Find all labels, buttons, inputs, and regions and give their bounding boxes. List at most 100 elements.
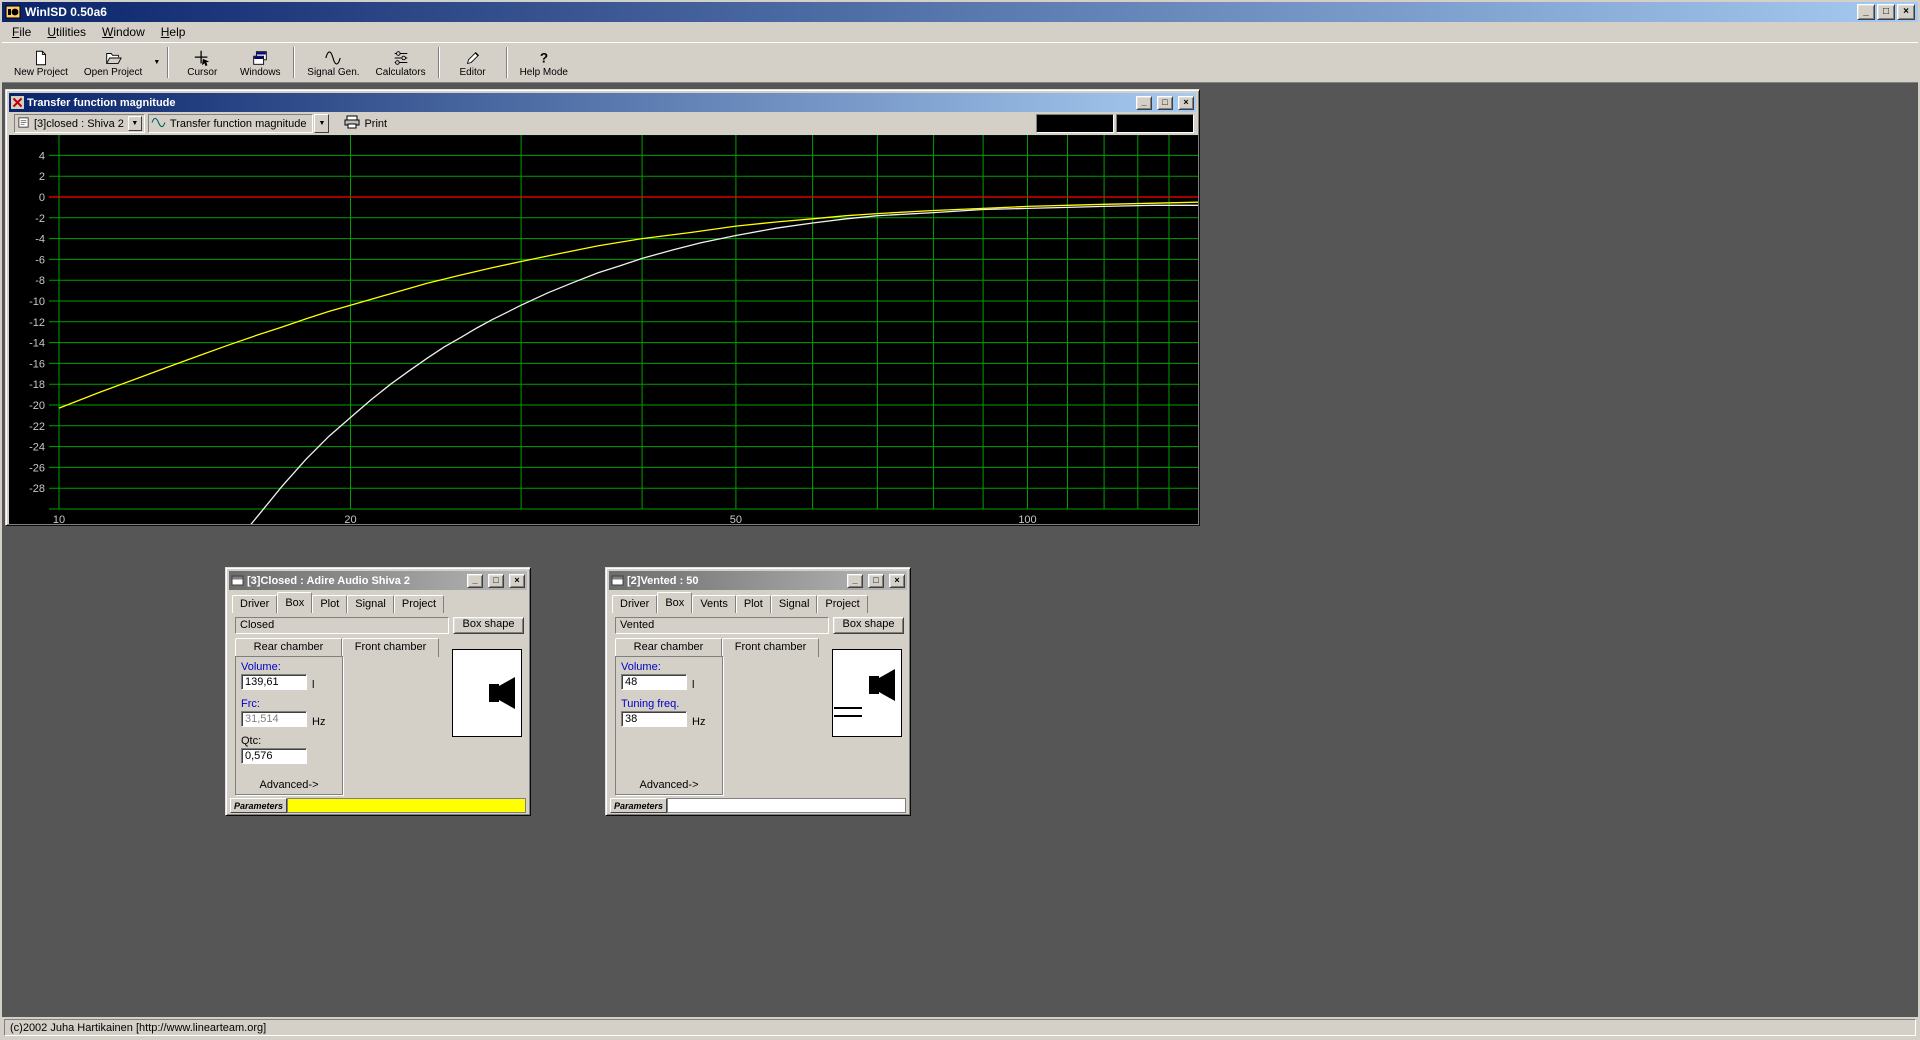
volume-label: Volume:: [621, 661, 661, 673]
box-shape-button[interactable]: Box shape: [833, 617, 904, 634]
x-tick-label: 100: [1018, 514, 1036, 524]
chart-area: 420-2-4-6-8-10-12-14-16-18-20-22-24-26-2…: [9, 135, 1196, 522]
new-project-button[interactable]: New Project: [6, 44, 76, 81]
question-mark-icon: ?: [535, 47, 553, 67]
menu-utilities[interactable]: Utilities: [39, 23, 94, 41]
vented-close-button[interactable]: ×: [889, 574, 905, 588]
tuning-freq-label: Tuning freq.: [621, 698, 679, 710]
calculators-button[interactable]: Calculators: [368, 44, 434, 81]
tab-project[interactable]: Project: [817, 595, 867, 613]
tuning-freq-input[interactable]: [621, 711, 687, 727]
parameters-frame: Volume: l Frc: Hz Qtc: Advanced->: [235, 656, 343, 795]
box-type-field[interactable]: Vented: [615, 617, 829, 634]
y-tick-label: -24: [29, 442, 45, 454]
minimize-button[interactable]: _: [1857, 4, 1875, 20]
menu-window[interactable]: Window: [94, 23, 153, 41]
vented-maximize-button[interactable]: □: [868, 574, 884, 588]
signal-gen-button[interactable]: Signal Gen.: [299, 44, 367, 81]
project-selector[interactable]: [3]closed : Shiva 2 ▼: [14, 114, 145, 133]
plot-window-title: Transfer function magnitude: [27, 97, 1131, 109]
parameters-tab[interactable]: Parameters: [610, 798, 667, 813]
vented-minimize-button[interactable]: _: [847, 574, 863, 588]
close-button[interactable]: ×: [1897, 4, 1915, 20]
box-shape-button[interactable]: Box shape: [453, 617, 524, 634]
tab-rear-chamber[interactable]: Rear chamber: [615, 638, 722, 657]
advanced-button[interactable]: Advanced->: [630, 777, 708, 792]
y-tick-label: 2: [39, 171, 45, 183]
tab-driver[interactable]: Driver: [232, 595, 277, 613]
maximize-button[interactable]: □: [1877, 4, 1895, 20]
open-project-dropdown[interactable]: ▼: [150, 44, 163, 81]
closed-minimize-button[interactable]: _: [467, 574, 483, 588]
plot-maximize-button[interactable]: □: [1157, 96, 1173, 110]
vented-box-drawing: [833, 650, 901, 736]
tuning-freq-unit: Hz: [692, 716, 705, 728]
box-window-icon[interactable]: [611, 574, 624, 587]
plot-window: Transfer function magnitude _ □ × [3]clo…: [5, 89, 1200, 526]
open-project-button[interactable]: Open Project: [76, 44, 150, 81]
sliders-icon: [392, 47, 410, 67]
volume-unit: l: [312, 679, 314, 691]
windows-button[interactable]: Windows: [231, 44, 289, 81]
help-mode-button[interactable]: ? Help Mode: [512, 44, 576, 81]
tab-front-chamber[interactable]: Front chamber: [342, 638, 439, 657]
tab-box[interactable]: Box: [657, 592, 692, 613]
parameters-tab[interactable]: Parameters: [230, 798, 287, 813]
printer-icon: [344, 115, 360, 132]
tab-front-chamber[interactable]: Front chamber: [722, 638, 819, 657]
main-toolbar: New Project Open Project ▼ Cursor Window…: [2, 43, 1918, 83]
qtc-label: Qtc:: [241, 735, 261, 747]
chevron-down-icon[interactable]: ▼: [128, 116, 142, 131]
y-tick-label: -20: [29, 400, 45, 412]
volume-input[interactable]: [621, 674, 687, 690]
vented-status-row: Parameters: [610, 798, 906, 813]
tab-rear-chamber[interactable]: Rear chamber: [235, 638, 342, 657]
toolbar-separator: [293, 47, 295, 78]
plot-minimize-button[interactable]: _: [1136, 96, 1152, 110]
chamber-tabs: Rear chamber Front chamber: [235, 638, 439, 657]
print-button[interactable]: Print: [337, 114, 394, 133]
x-tick-label: 50: [730, 514, 742, 524]
plot-window-icon[interactable]: [11, 96, 24, 109]
transfer-function-chart: 420-2-4-6-8-10-12-14-16-18-20-22-24-26-2…: [9, 135, 1198, 524]
vented-window-titlebar[interactable]: [2]Vented : 50 _ □ ×: [609, 571, 907, 590]
closed-tabrow: Driver Box Plot Signal Project: [231, 591, 525, 613]
menu-help[interactable]: Help: [153, 23, 194, 41]
qtc-input[interactable]: [241, 748, 307, 764]
plot-type-selector[interactable]: Transfer function magnitude: [148, 114, 314, 133]
tab-box[interactable]: Box: [277, 592, 312, 613]
closed-maximize-button[interactable]: □: [488, 574, 504, 588]
editor-button[interactable]: Editor: [444, 44, 502, 81]
tab-vents[interactable]: Vents: [692, 595, 736, 613]
y-tick-label: -16: [29, 358, 45, 370]
menu-file[interactable]: File: [4, 23, 39, 41]
tab-signal[interactable]: Signal: [771, 595, 818, 613]
plot-type-dropdown[interactable]: ▼: [314, 114, 329, 133]
y-tick-label: 4: [39, 150, 45, 162]
cursor-readout-level: [1116, 114, 1194, 133]
closed-window-titlebar[interactable]: [3]Closed : Adire Audio Shiva 2 _ □ ×: [229, 571, 527, 590]
frc-input[interactable]: [241, 711, 307, 727]
closed-close-button[interactable]: ×: [509, 574, 525, 588]
volume-label: Volume:: [241, 661, 281, 673]
tab-driver[interactable]: Driver: [612, 595, 657, 613]
main-titlebar[interactable]: WinISD 0.50a6 _ □ ×: [2, 2, 1918, 22]
plot-window-titlebar[interactable]: Transfer function magnitude _ □ ×: [9, 93, 1196, 112]
y-tick-label: -26: [29, 462, 45, 474]
tab-plot[interactable]: Plot: [312, 595, 347, 613]
tab-project[interactable]: Project: [394, 595, 444, 613]
y-tick-label: -6: [35, 254, 45, 266]
box-window-icon[interactable]: [231, 574, 244, 587]
y-tick-label: -12: [29, 317, 45, 329]
tab-plot[interactable]: Plot: [736, 595, 771, 613]
app-icon[interactable]: [5, 4, 21, 20]
plot-close-button[interactable]: ×: [1178, 96, 1194, 110]
chamber-tabs: Rear chamber Front chamber: [615, 638, 819, 657]
app-title: WinISD 0.50a6: [25, 5, 1855, 19]
box-type-field[interactable]: Closed: [235, 617, 449, 634]
tab-signal[interactable]: Signal: [347, 595, 394, 613]
volume-input[interactable]: [241, 674, 307, 690]
parameters-frame: Volume: l Tuning freq. Hz Advanced->: [615, 656, 723, 795]
cursor-button[interactable]: Cursor: [173, 44, 231, 81]
advanced-button[interactable]: Advanced->: [250, 777, 328, 792]
